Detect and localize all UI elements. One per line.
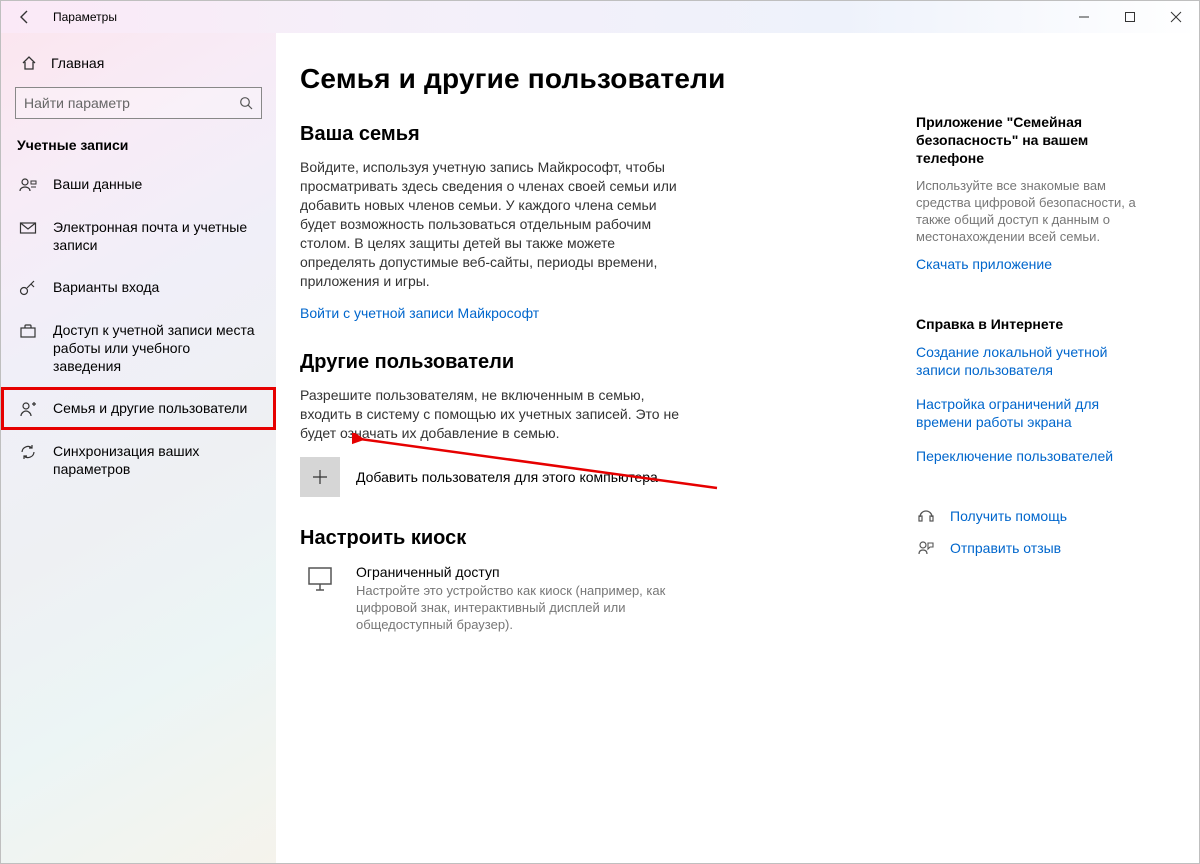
- help-link-screen-time[interactable]: Настройка ограничений для времени работы…: [916, 395, 1138, 431]
- mail-icon: [19, 218, 37, 237]
- plus-icon: [310, 467, 330, 487]
- headset-icon: [916, 507, 936, 525]
- back-button[interactable]: [9, 1, 41, 33]
- sidebar-item-work-access[interactable]: Доступ к учетной записи места работы или…: [1, 309, 276, 387]
- key-icon: [19, 278, 37, 297]
- search-input[interactable]: [24, 95, 239, 111]
- sync-icon: [19, 442, 37, 461]
- feedback-link[interactable]: Отправить отзыв: [950, 540, 1061, 556]
- kiosk-row[interactable]: Ограниченный доступ Настройте это устрой…: [300, 564, 860, 633]
- family-signin-link[interactable]: Войти с учетной записи Майкрософт: [300, 305, 539, 321]
- promo-title: Приложение "Семейная безопасность" на ва…: [916, 113, 1138, 167]
- window-body: Главная Учетные записи Ваши данные Э: [1, 33, 1199, 863]
- titlebar: Параметры: [1, 1, 1199, 33]
- family-body: Войдите, используя учетную запись Майкро…: [300, 158, 690, 291]
- sidebar-item-label: Варианты входа: [53, 278, 260, 296]
- get-help-row[interactable]: Получить помощь: [916, 507, 1138, 525]
- feedback-row[interactable]: Отправить отзыв: [916, 539, 1138, 557]
- help-heading: Справка в Интернете: [916, 315, 1138, 333]
- kiosk-heading: Настроить киоск: [300, 527, 860, 550]
- sidebar-item-email[interactable]: Электронная почта и учетные записи: [1, 206, 276, 266]
- page-title: Семья и другие пользователи: [300, 63, 860, 95]
- sidebar-item-label: Доступ к учетной записи места работы или…: [53, 321, 260, 375]
- kiosk-desc: Настройте это устройство как киоск (напр…: [356, 582, 676, 633]
- sidebar-item-your-info[interactable]: Ваши данные: [1, 163, 276, 206]
- window-title: Параметры: [41, 10, 117, 24]
- window-controls: [1061, 1, 1199, 33]
- kiosk-text: Ограниченный доступ Настройте это устрой…: [356, 564, 676, 633]
- sidebar-item-label: Семья и другие пользователи: [53, 399, 260, 417]
- sidebar-item-sync[interactable]: Синхронизация ваших параметров: [1, 430, 276, 490]
- add-user-label: Добавить пользователя для этого компьюте…: [356, 469, 658, 485]
- sidebar: Главная Учетные записи Ваши данные Э: [1, 33, 276, 863]
- person-card-icon: [19, 175, 37, 194]
- sidebar-item-label: Синхронизация ваших параметров: [53, 442, 260, 478]
- maximize-button[interactable]: [1107, 1, 1153, 33]
- search-box[interactable]: [15, 87, 262, 119]
- content-column: Семья и другие пользователи Ваша семья В…: [300, 63, 860, 843]
- sidebar-item-family[interactable]: Семья и другие пользователи: [1, 387, 276, 430]
- monitor-icon: [300, 564, 340, 594]
- home-icon: [21, 55, 37, 71]
- help-link-local-account[interactable]: Создание локальной учетной записи пользо…: [916, 343, 1138, 379]
- close-button[interactable]: [1153, 1, 1199, 33]
- promo-link[interactable]: Скачать приложение: [916, 255, 1138, 273]
- briefcase-icon: [19, 321, 37, 340]
- get-help-link[interactable]: Получить помощь: [950, 508, 1067, 524]
- main-pane: Семья и другие пользователи Ваша семья В…: [276, 33, 1199, 863]
- minimize-button[interactable]: [1061, 1, 1107, 33]
- add-user-row[interactable]: Добавить пользователя для этого компьюте…: [300, 457, 860, 497]
- sidebar-home[interactable]: Главная: [1, 51, 276, 87]
- settings-window: Параметры Главная: [0, 0, 1200, 864]
- sidebar-home-label: Главная: [51, 55, 104, 71]
- sidebar-item-label: Электронная почта и учетные записи: [53, 218, 260, 254]
- family-heading: Ваша семья: [300, 123, 860, 146]
- promo-body: Используйте все знакомые вам средства ци…: [916, 177, 1138, 245]
- feedback-icon: [916, 539, 936, 557]
- person-plus-icon: [19, 399, 37, 418]
- search-icon: [239, 96, 253, 110]
- sidebar-item-signin-options[interactable]: Варианты входа: [1, 266, 276, 309]
- others-heading: Другие пользователи: [300, 351, 860, 374]
- add-user-button[interactable]: [300, 457, 340, 497]
- right-column: Приложение "Семейная безопасность" на ва…: [916, 63, 1138, 843]
- help-link-switch-users[interactable]: Переключение пользователей: [916, 447, 1138, 465]
- others-body: Разрешите пользователям, не включенным в…: [300, 386, 690, 443]
- sidebar-section-title: Учетные записи: [1, 137, 276, 163]
- sidebar-item-label: Ваши данные: [53, 175, 260, 193]
- kiosk-title: Ограниченный доступ: [356, 564, 676, 580]
